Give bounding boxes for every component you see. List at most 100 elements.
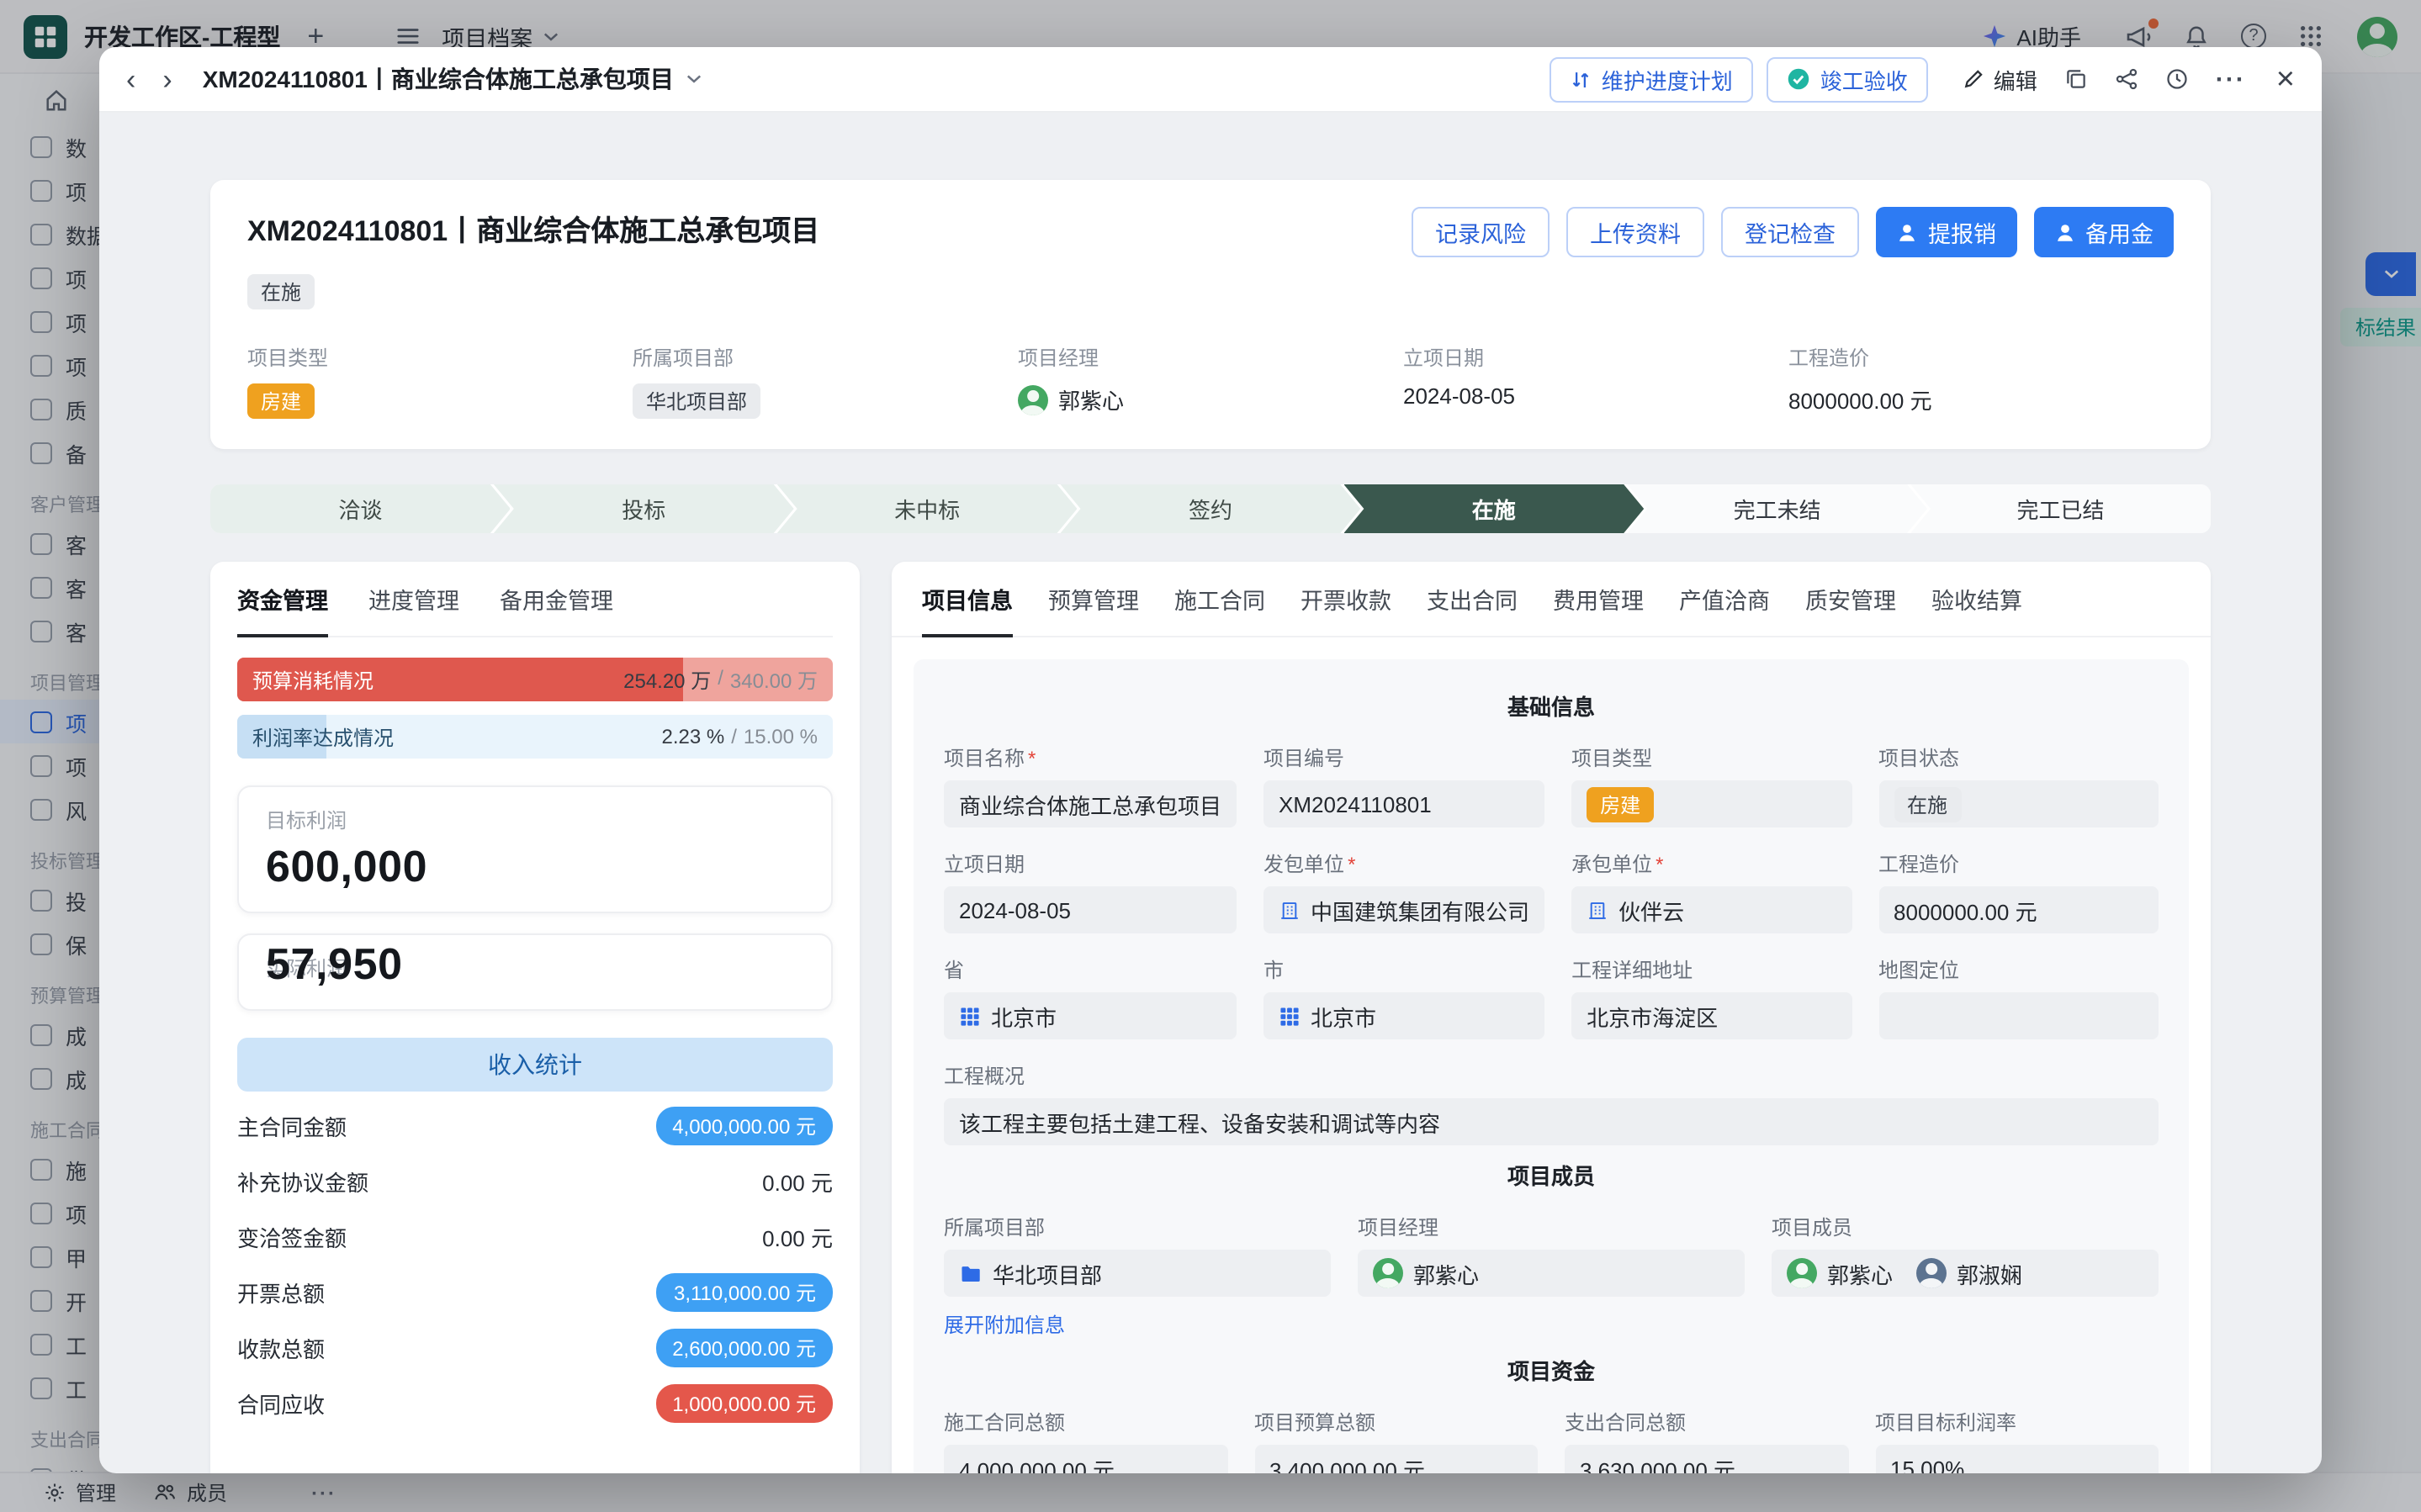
- field-input[interactable]: 北京市: [944, 992, 1237, 1039]
- field-input[interactable]: 15.00%: [1875, 1445, 2159, 1473]
- budget-total: 340.00 万: [730, 665, 818, 694]
- tab-budget[interactable]: 预算管理: [1048, 562, 1139, 636]
- field-label: 项目类型: [247, 343, 633, 372]
- close-icon[interactable]: ×: [2276, 63, 2295, 95]
- forward-button[interactable]: ›: [162, 65, 172, 93]
- field-input[interactable]: XM2024110801: [1263, 780, 1544, 827]
- section-title-members: 项目成员: [944, 1159, 2159, 1191]
- actual-profit-card: 实际利润 57,950: [237, 933, 833, 1011]
- field-project-cost: 工程造价 8000000.00 元: [1878, 849, 2159, 933]
- stage-step[interactable]: 完工已结: [1910, 484, 2211, 533]
- pencil-icon: [1962, 67, 1985, 91]
- person-icon: [1896, 221, 1918, 243]
- stage-step-current[interactable]: 在施: [1343, 484, 1644, 533]
- submit-expense-label: 提报销: [1928, 215, 1996, 249]
- avatar: [1018, 384, 1048, 415]
- submit-expense-button[interactable]: 提报销: [1876, 207, 2016, 257]
- tab-reserve-fund-management[interactable]: 备用金管理: [500, 562, 613, 636]
- field-label: 立项日期: [1403, 343, 1788, 372]
- field-input[interactable]: 4,000,000.00 元: [944, 1445, 1227, 1473]
- field-label: 承包单位: [1571, 849, 1652, 878]
- income-statistics-button[interactable]: 收入统计: [237, 1038, 833, 1092]
- more-actions-button[interactable]: ···: [2216, 66, 2246, 92]
- stage-step[interactable]: 投标: [494, 484, 794, 533]
- avatar: [1916, 1258, 1947, 1288]
- field-employer: 发包单位* 中国建筑集团有限公司: [1263, 849, 1544, 933]
- record-risk-button[interactable]: 记录风险: [1412, 207, 1550, 257]
- modal-body: XM2024110801丨商业综合体施工总承包项目 记录风险 上传资料 登记检查…: [99, 113, 2322, 1473]
- reserve-fund-button[interactable]: 备用金: [2033, 207, 2174, 257]
- finance-row: 合同应收 1,000,000.00 元: [237, 1376, 833, 1431]
- field-input[interactable]: 北京市: [1263, 992, 1544, 1039]
- field-input[interactable]: 郭紫心 郭淑娴: [1772, 1250, 2159, 1297]
- field-label: 项目编号: [1263, 743, 1344, 772]
- share-icon[interactable]: [2115, 67, 2138, 91]
- app-window: 开发工作区-工程型 + 项目档案 AI助手 ?: [0, 0, 2421, 1512]
- section-title-funds: 项目资金: [944, 1354, 2159, 1386]
- field-input[interactable]: 商业综合体施工总承包项目: [944, 780, 1237, 827]
- tab-cost-management[interactable]: 费用管理: [1553, 562, 1644, 636]
- completion-acceptance-button[interactable]: 竣工验收: [1767, 56, 1928, 102]
- copy-icon[interactable]: [2064, 67, 2088, 91]
- expand-additional-info-link[interactable]: 展开附加信息: [944, 1310, 1065, 1339]
- row-label: 开票总额: [237, 1277, 325, 1308]
- edit-button[interactable]: 编辑: [1962, 63, 2037, 95]
- field-input[interactable]: 郭紫心: [1358, 1250, 1745, 1297]
- tab-progress-management[interactable]: 进度管理: [368, 562, 459, 636]
- tab-quality-safety[interactable]: 质安管理: [1805, 562, 1896, 636]
- field-label: 项目目标利润率: [1875, 1408, 2016, 1436]
- stage-step[interactable]: 签约: [1061, 484, 1361, 533]
- field-input[interactable]: 3,400,000.00 元: [1254, 1445, 1538, 1473]
- separator: /: [731, 725, 737, 748]
- row-value-badge: 1,000,000.00 元: [655, 1384, 833, 1423]
- field-input[interactable]: 中国建筑集团有限公司: [1263, 886, 1544, 933]
- tab-invoicing[interactable]: 开票收款: [1301, 562, 1391, 636]
- field-input[interactable]: 房建: [1571, 780, 1852, 827]
- field-label: 发包单位: [1263, 849, 1344, 878]
- stage-step[interactable]: 完工未结: [1627, 484, 1927, 533]
- field-expense-contract-total: 支出合同总额 3,630,000.00 元: [1565, 1408, 1848, 1473]
- employer-name: 中国建筑集团有限公司: [1311, 894, 1529, 926]
- project-type-badge: 房建: [1587, 786, 1654, 822]
- register-inspection-button[interactable]: 登记检查: [1721, 207, 1859, 257]
- department-badge: 华北项目部: [633, 383, 760, 419]
- field-input[interactable]: 8000000.00 元: [1878, 886, 2159, 933]
- stage-step[interactable]: 未中标: [777, 484, 1078, 533]
- field-construction-contract-total: 施工合同总额 4,000,000.00 元: [944, 1408, 1227, 1473]
- tab-construction-contract[interactable]: 施工合同: [1174, 562, 1265, 636]
- maintain-schedule-button[interactable]: 维护进度计划: [1550, 56, 1753, 102]
- stage-step[interactable]: 洽谈: [210, 484, 511, 533]
- chevron-down-icon[interactable]: [687, 74, 702, 84]
- field-label: 项目成员: [1772, 1213, 1852, 1241]
- status-badge: 在施: [247, 274, 315, 309]
- field-input[interactable]: 2024-08-05: [944, 886, 1237, 933]
- field-input[interactable]: 伙伴云: [1571, 886, 1852, 933]
- history-clock-icon[interactable]: [2165, 67, 2189, 91]
- profit-bar-label: 利润率达成情况: [237, 722, 394, 751]
- field-input[interactable]: [1878, 992, 2159, 1039]
- finance-row: 补充协议金额 0.00 元: [237, 1154, 833, 1209]
- detail-panel: 项目信息 预算管理 施工合同 开票收款 支出合同 费用管理 产值洽商 质安管理 …: [892, 562, 2211, 1473]
- field-input[interactable]: 北京市海淀区: [1571, 992, 1852, 1039]
- completion-acceptance-label: 竣工验收: [1820, 63, 1908, 95]
- tab-acceptance-settlement[interactable]: 验收结算: [1931, 562, 2022, 636]
- field-project-overview: 工程概况 该工程主要包括土建工程、设备安装和调试等内容: [944, 1061, 2159, 1145]
- profit-total: 15.00 %: [744, 725, 818, 748]
- upload-files-button[interactable]: 上传资料: [1566, 207, 1704, 257]
- field-input[interactable]: 3,630,000.00 元: [1565, 1445, 1848, 1473]
- row-value-badge: 2,600,000.00 元: [655, 1329, 833, 1367]
- back-button[interactable]: ‹: [126, 65, 135, 93]
- field-input[interactable]: 该工程主要包括土建工程、设备安装和调试等内容: [944, 1098, 2159, 1145]
- field-input[interactable]: 在施: [1878, 780, 2159, 827]
- modal-title-text: XM2024110801丨商业综合体施工总承包项目: [203, 62, 674, 96]
- field-label: 省: [944, 955, 964, 984]
- project-title: XM2024110801丨商业综合体施工总承包项目: [247, 207, 819, 249]
- field-input[interactable]: 华北项目部: [944, 1250, 1331, 1297]
- finance-rows: 主合同金额 4,000,000.00 元 补充协议金额 0.00 元 变洽签金额…: [237, 1098, 833, 1431]
- tab-project-info[interactable]: 项目信息: [922, 562, 1013, 636]
- field-label: 项目经理: [1358, 1213, 1438, 1241]
- tab-fund-management[interactable]: 资金管理: [237, 562, 328, 636]
- tab-output-negotiation[interactable]: 产值洽商: [1679, 562, 1770, 636]
- field-label: 项目名称: [944, 743, 1025, 772]
- tab-expense-contract[interactable]: 支出合同: [1427, 562, 1518, 636]
